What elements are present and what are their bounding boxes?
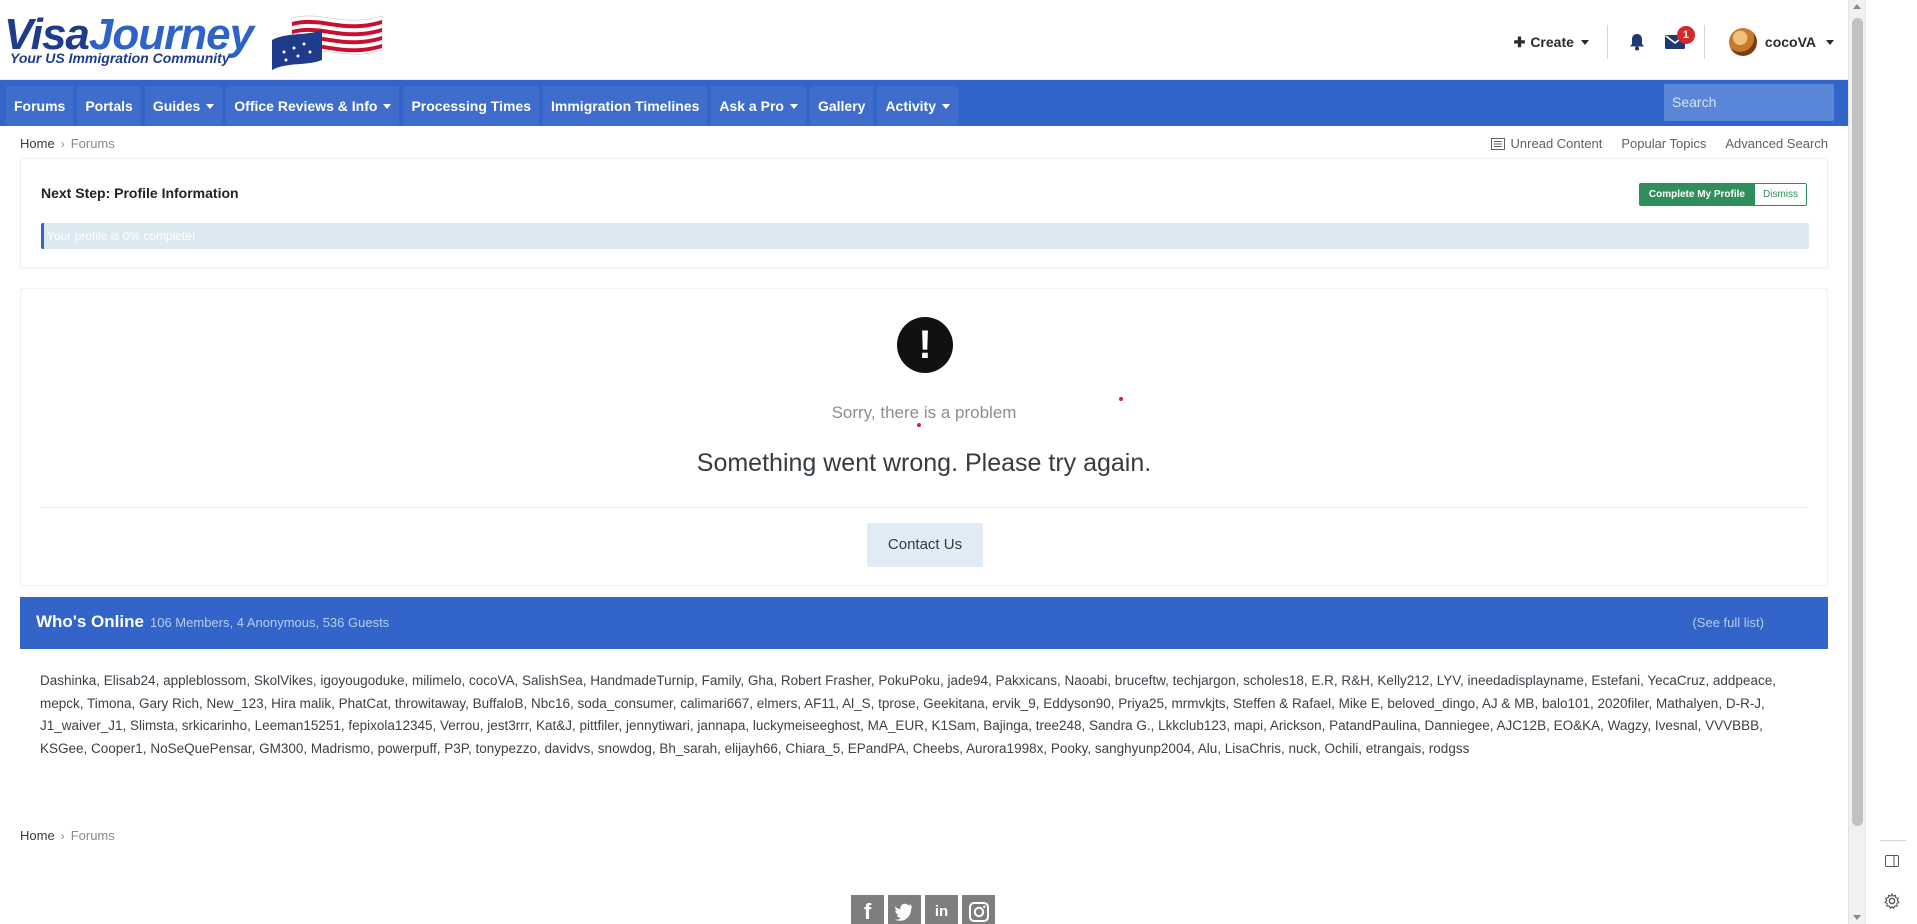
nav-label: Processing Times	[411, 98, 532, 114]
notifications-button[interactable]	[1620, 25, 1654, 59]
breadcrumb: Home › Forums	[20, 136, 115, 151]
stray-dot	[917, 423, 921, 427]
chevron-down-icon	[1826, 39, 1834, 45]
newspaper-icon	[1490, 137, 1505, 150]
scroll-thumb[interactable]	[1852, 18, 1863, 826]
error-subtitle: Sorry, there is a problem	[831, 403, 1017, 422]
nav-label: Guides	[152, 98, 201, 114]
nav-label: Portals	[85, 98, 133, 114]
profile-step-card: Next Step: Profile Information Complete …	[20, 158, 1828, 268]
divider	[41, 507, 1807, 508]
stray-dot	[1119, 397, 1123, 401]
scroll-up-arrow-icon[interactable]	[1853, 4, 1861, 9]
breadcrumb-row: Home › Forums Unread Content Popular Top…	[0, 126, 1848, 158]
instagram-icon[interactable]	[962, 895, 995, 924]
quick-links: Unread Content Popular Topics Advanced S…	[1490, 136, 1828, 151]
profile-step-actions: Complete My Profile Dismiss	[1638, 183, 1807, 206]
gear-icon[interactable]	[1883, 892, 1901, 910]
whos-online-counts: 106 Members, 4 Anonymous, 536 Guests	[150, 615, 390, 630]
messages-button[interactable]: 1	[1658, 25, 1695, 59]
online-members-list: Dashinka, Elisab24, appleblossom, SkolVi…	[40, 673, 1776, 756]
breadcrumb-current: Forums	[70, 828, 115, 843]
scroll-down-arrow-icon[interactable]	[1853, 915, 1861, 920]
divider	[1880, 840, 1906, 841]
sidebar-toggle-icon[interactable]	[1883, 852, 1901, 870]
us-flag-icon	[272, 15, 383, 70]
avatar	[1728, 28, 1757, 56]
chevron-down-icon	[383, 103, 392, 109]
unread-content-link[interactable]: Unread Content	[1490, 136, 1603, 151]
profile-step-title: Next Step: Profile Information	[41, 185, 239, 201]
nav-item-gallery[interactable]: Gallery	[809, 86, 874, 126]
whos-online-header: Who's Online 106 Members, 4 Anonymous, 5…	[20, 597, 1828, 649]
nav-item-portals[interactable]: Portals	[77, 86, 141, 126]
bell-icon	[1629, 34, 1644, 51]
chevron-down-icon	[789, 103, 798, 109]
profile-progress-bar: Your profile is 0% complete!	[41, 223, 1809, 249]
site-logo[interactable]: VisaJourney Your US Immigration Communit…	[4, 10, 384, 72]
whos-online-title: Who's Online	[36, 612, 144, 631]
chevron-down-icon	[942, 103, 951, 109]
complete-profile-button[interactable]: Complete My Profile	[1638, 183, 1755, 206]
divider	[1703, 25, 1705, 59]
chevron-right-icon: ›	[60, 828, 65, 843]
chevron-right-icon: ›	[60, 136, 65, 151]
nav-label: Forums	[14, 98, 66, 114]
exclamation-icon: !	[897, 317, 953, 373]
social-links: f in	[851, 895, 995, 924]
unread-content-label: Unread Content	[1510, 136, 1603, 151]
browser-side-panel	[1865, 0, 1917, 924]
breadcrumb-home[interactable]: Home	[20, 828, 55, 843]
nav-label: Gallery	[817, 98, 866, 114]
divider	[1606, 25, 1608, 59]
main-nav: Forums Portals Guides Office Reviews & I…	[0, 80, 1848, 126]
twitter-icon[interactable]	[888, 895, 921, 924]
nav-label: Activity	[885, 98, 937, 114]
nav-label: Immigration Timelines	[551, 98, 700, 114]
linkedin-icon[interactable]: in	[925, 895, 958, 924]
chevron-down-icon	[206, 103, 215, 109]
chevron-down-icon	[1580, 39, 1589, 45]
error-message: Something went wrong. Please try again.	[696, 449, 1152, 477]
site-header: VisaJourney Your US Immigration Communit…	[0, 0, 1848, 80]
dismiss-button[interactable]: Dismiss	[1755, 183, 1807, 206]
browser-viewport: VisaJourney Your US Immigration Communit…	[0, 0, 1848, 924]
breadcrumb-current: Forums	[70, 136, 115, 151]
nav-item-forums[interactable]: Forums	[6, 86, 74, 126]
nav-label: Office Reviews & Info	[234, 98, 378, 114]
progress-fill	[41, 223, 44, 249]
advanced-search-link[interactable]: Advanced Search	[1725, 136, 1828, 151]
create-label: Create	[1530, 34, 1574, 50]
vertical-scrollbar[interactable]	[1848, 0, 1865, 924]
create-button[interactable]: ✚ Create	[1514, 34, 1607, 51]
username: cocoVA	[1764, 34, 1816, 50]
progress-text: Your profile is 0% complete!	[47, 229, 196, 243]
breadcrumb-home[interactable]: Home	[20, 136, 55, 151]
nav-item-immigration-timelines[interactable]: Immigration Timelines	[543, 86, 708, 126]
nav-item-activity[interactable]: Activity	[877, 86, 959, 126]
nav-label: Ask a Pro	[719, 98, 784, 114]
logo-tagline: Your US Immigration Community	[10, 50, 230, 66]
nav-item-office-reviews[interactable]: Office Reviews & Info	[226, 86, 400, 126]
user-bar: ✚ Create 1 cocoVA	[1514, 22, 1834, 62]
nav-item-ask-a-pro[interactable]: Ask a Pro	[711, 86, 806, 126]
messages-badge: 1	[1676, 26, 1695, 44]
nav-item-guides[interactable]: Guides	[144, 86, 223, 126]
see-full-list-link[interactable]: (See full list)	[1692, 615, 1764, 630]
popular-topics-link[interactable]: Popular Topics	[1621, 136, 1706, 151]
nav-item-processing-times[interactable]: Processing Times	[403, 86, 540, 126]
search-input[interactable]: Search	[1664, 84, 1834, 121]
error-card: ! Sorry, there is a problem Something we…	[20, 288, 1828, 586]
plus-icon: ✚	[1513, 33, 1526, 50]
breadcrumb-bottom: Home › Forums	[20, 828, 115, 843]
facebook-icon[interactable]: f	[851, 895, 884, 924]
contact-us-button[interactable]: Contact Us	[867, 523, 983, 567]
user-menu[interactable]: cocoVA	[1728, 28, 1834, 56]
